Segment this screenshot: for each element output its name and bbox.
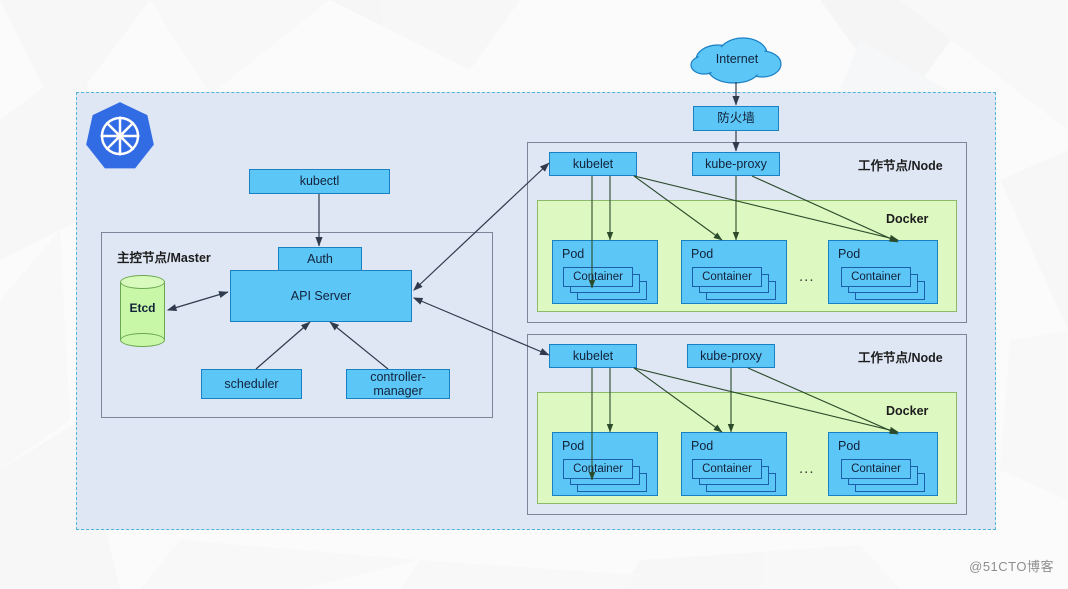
arrow-controllermanager-to-apiserver (329, 321, 389, 370)
arrow-apiserver-kubelet-node2 (412, 297, 550, 356)
node1-internal-arrows (588, 175, 899, 289)
arrow-etcd-apiserver (166, 291, 229, 312)
connector-layer (166, 82, 899, 481)
arrow-apiserver-kubelet-node1 (413, 162, 550, 291)
arrow-scheduler-to-apiserver (255, 321, 311, 370)
node2-internal-arrows (588, 367, 899, 481)
